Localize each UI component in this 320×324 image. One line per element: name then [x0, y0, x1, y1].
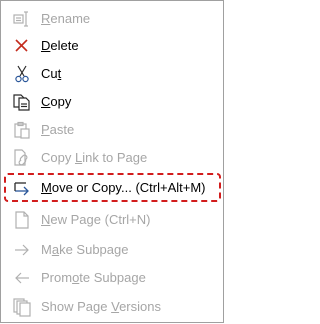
menu-item-label: aste [49, 122, 75, 137]
menu-item-promote-subpage[interactable]: Promote Subpage [1, 264, 223, 292]
menu-item-label: te Subpage [79, 270, 146, 285]
copy-icon [12, 92, 32, 112]
menu-item-show-page-versions[interactable]: Show Page Versions [1, 293, 223, 321]
menu-item-new-page[interactable]: New Page (Ctrl+N) [1, 206, 223, 234]
menu-item-label: Prom [41, 270, 73, 285]
menu-item-copy-link[interactable]: Copy Link to Page [1, 144, 223, 172]
accelerator-key: R [41, 11, 51, 26]
shortcut-text: (Ctrl+N) [104, 212, 151, 227]
paste-icon [12, 120, 32, 140]
versions-icon [12, 297, 32, 317]
menu-item-make-subpage[interactable]: Make Subpage [1, 236, 223, 264]
menu-item-label: Show Page [41, 299, 112, 314]
menu-item-label: opy [50, 94, 72, 109]
accelerator-key: N [41, 212, 51, 227]
rename-icon [12, 9, 32, 29]
arrow-right-icon [12, 240, 32, 260]
menu-item-copy[interactable]: Copy [1, 88, 223, 116]
accelerator-key: a [51, 242, 60, 257]
menu-item-label: ink to Page [82, 150, 148, 165]
new-page-icon [12, 210, 32, 230]
scissors-icon [12, 64, 32, 84]
arrow-left-icon [12, 268, 32, 288]
menu-item-rename[interactable]: Rename [1, 5, 223, 33]
menu-item-label: Copy [41, 150, 75, 165]
menu-item-label: ename [50, 11, 91, 26]
menu-item-cut[interactable]: Cut [1, 60, 223, 88]
context-menu: Rename Delete Cut Copy Paste Copy Link t… [0, 0, 224, 323]
menu-item-delete[interactable]: Delete [1, 32, 223, 60]
accelerator-key: t [57, 66, 62, 81]
menu-item-paste[interactable]: Paste [1, 116, 223, 144]
delete-icon [12, 36, 32, 56]
menu-item-label: Cu [41, 66, 58, 81]
menu-item-label: elete [50, 38, 79, 53]
accelerator-key: P [41, 122, 50, 137]
accelerator-key: V [111, 299, 120, 314]
menu-item-label: ke Subpage [59, 242, 129, 257]
accelerator-key: C [41, 94, 51, 109]
accelerator-key: D [41, 38, 51, 53]
menu-item-label: M [41, 242, 52, 257]
menu-item-label: ew Page [50, 212, 101, 227]
menu-item-label: ersions [119, 299, 161, 314]
link-icon [12, 148, 32, 168]
highlight-box [4, 173, 221, 202]
